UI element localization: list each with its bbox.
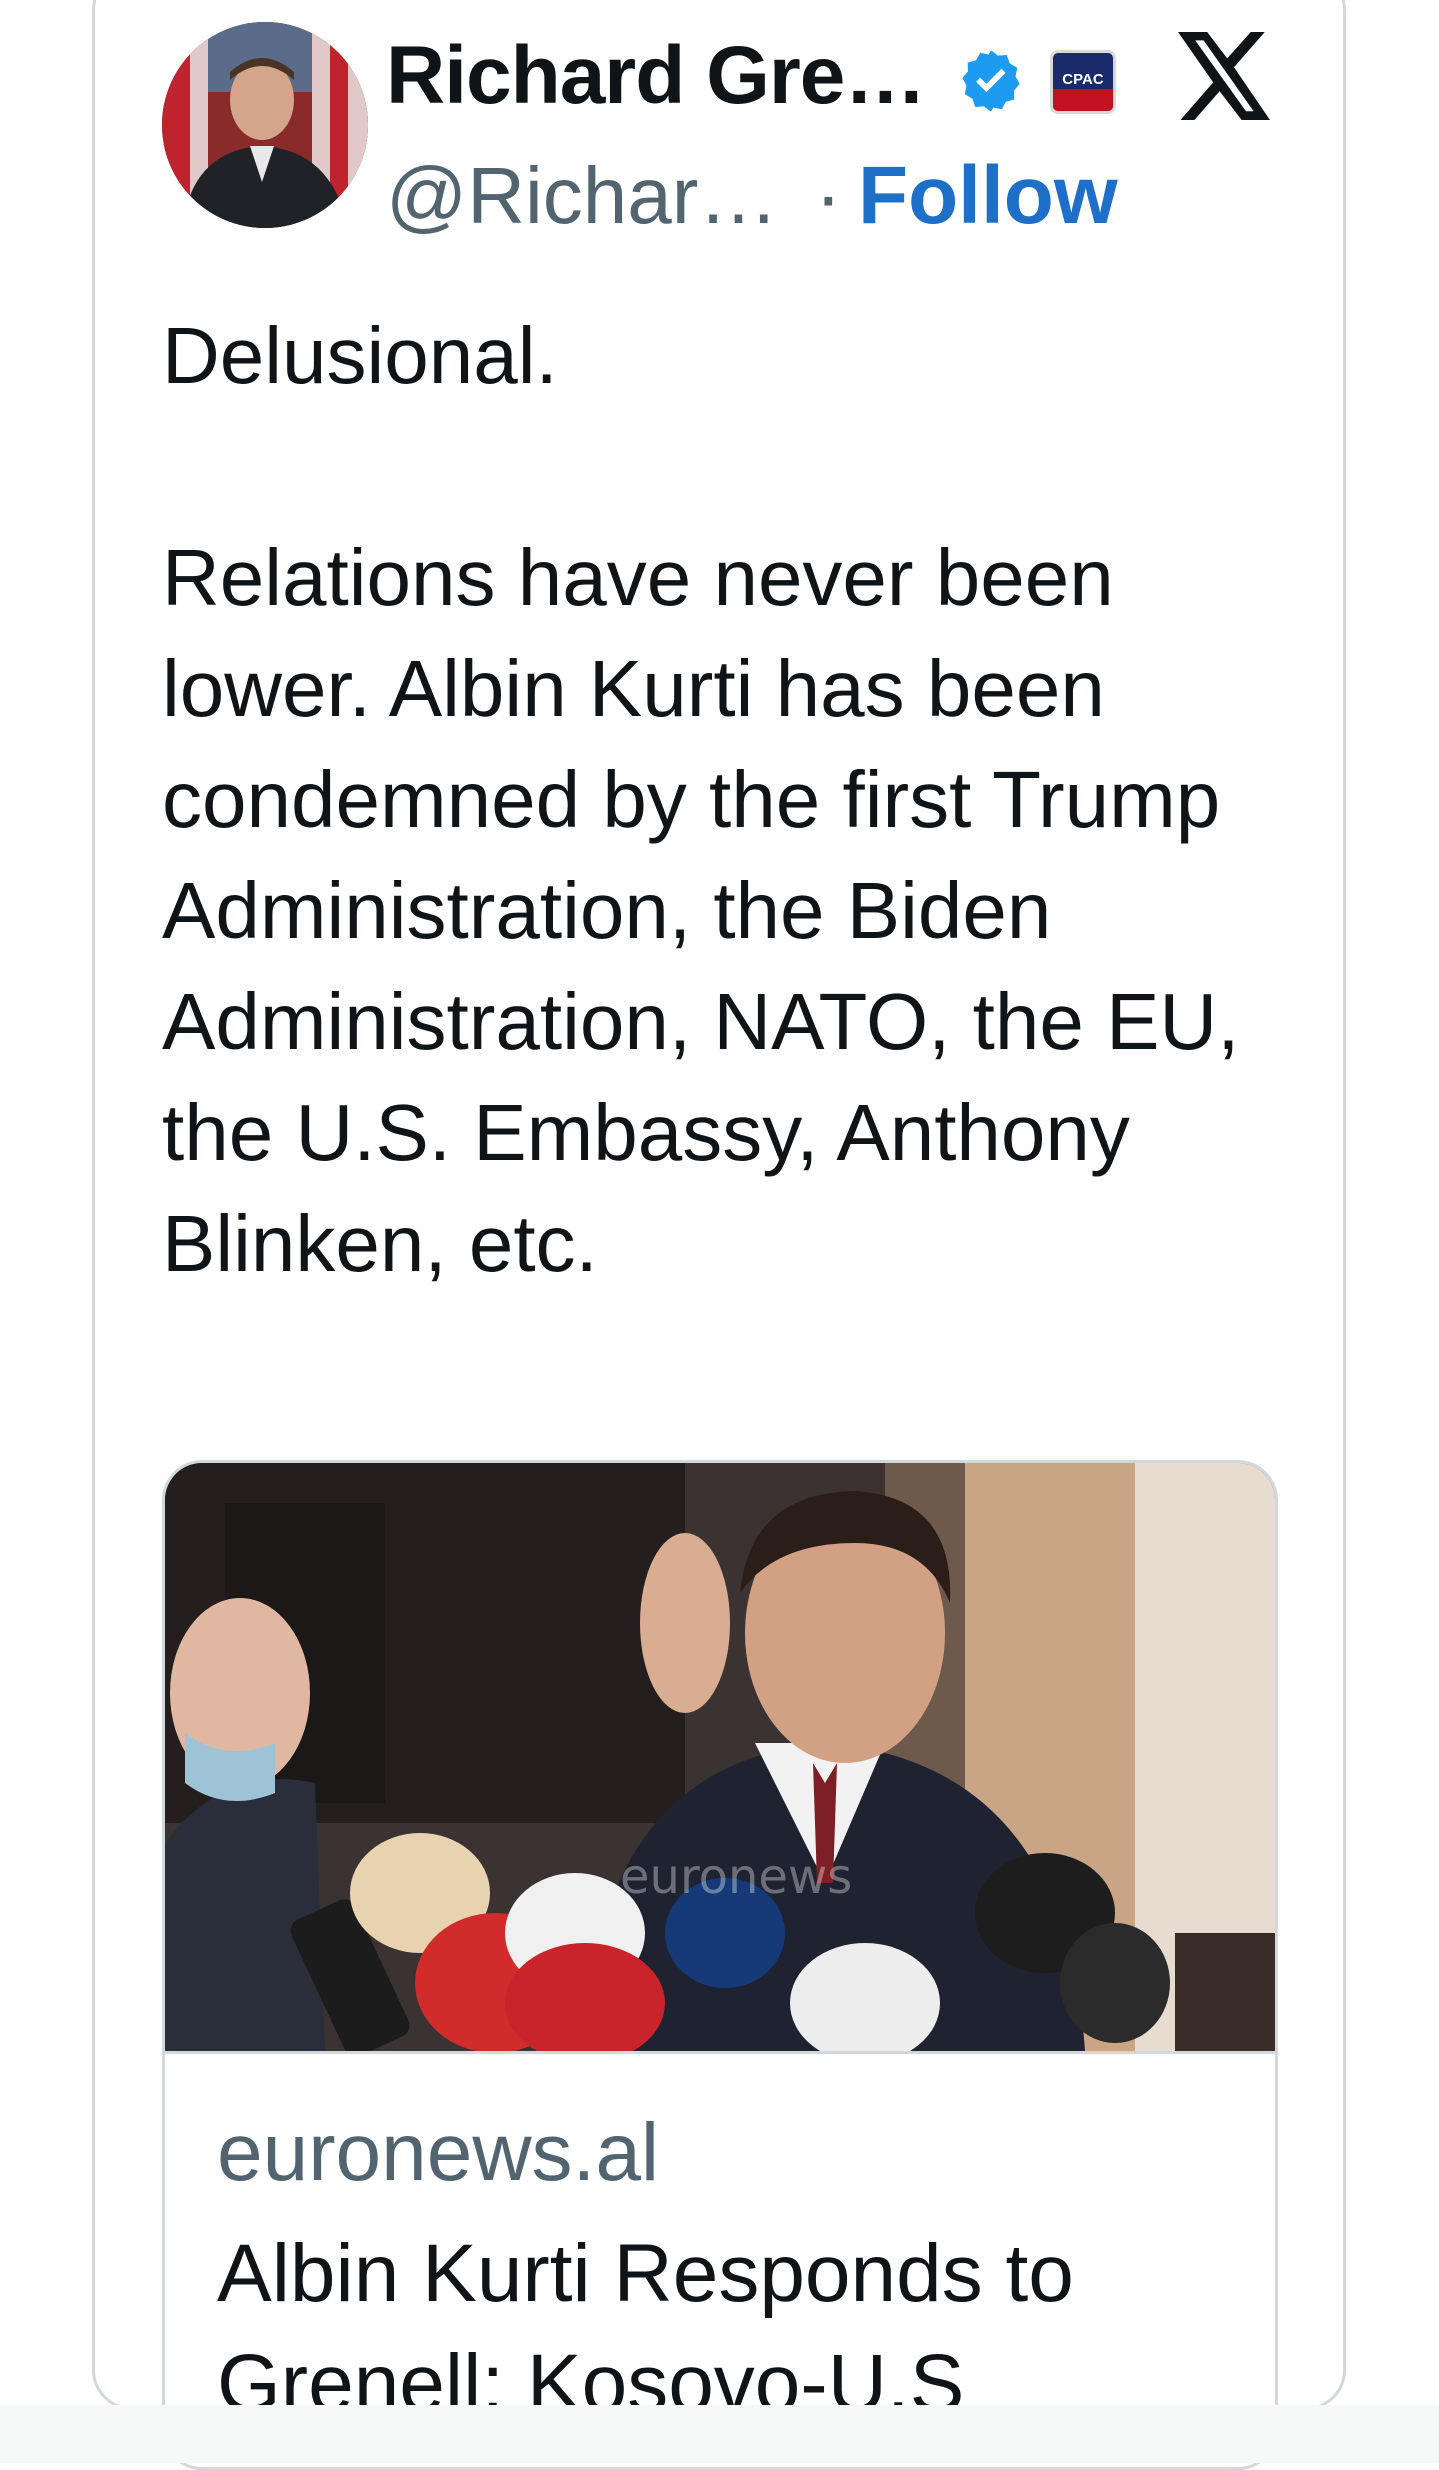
author-handle[interactable]: @Richar… — [386, 146, 778, 246]
bottom-fade-bar — [0, 2405, 1439, 2463]
link-preview-card[interactable]: euronews euronews.al Albin Kurti Respond… — [162, 1460, 1278, 2470]
press-conference-photo: euronews — [165, 1463, 1275, 2051]
author-display-name[interactable]: Richard Gre… — [386, 26, 926, 126]
link-preview-image: euronews — [165, 1463, 1275, 2054]
follow-button[interactable]: Follow — [858, 146, 1118, 246]
svg-text:euronews: euronews — [620, 1849, 852, 1905]
affiliation-badge-label: CPAC — [1062, 71, 1104, 88]
handle-separator: · — [815, 151, 842, 240]
avatar-photo — [162, 22, 368, 228]
cpac-affiliation-badge: CPAC — [1050, 50, 1116, 114]
link-domain: euronews.al — [217, 2107, 660, 2198]
tweet-paragraph: Delusional. — [162, 311, 558, 400]
x-logo-icon[interactable] — [1178, 32, 1274, 120]
tweet-text: Delusional. Relations have never been lo… — [162, 300, 1282, 1299]
verified-badge-icon — [962, 50, 1020, 112]
author-avatar[interactable] — [162, 22, 368, 228]
tweet-paragraph: Relations have never been lower. Albin K… — [162, 533, 1240, 1288]
